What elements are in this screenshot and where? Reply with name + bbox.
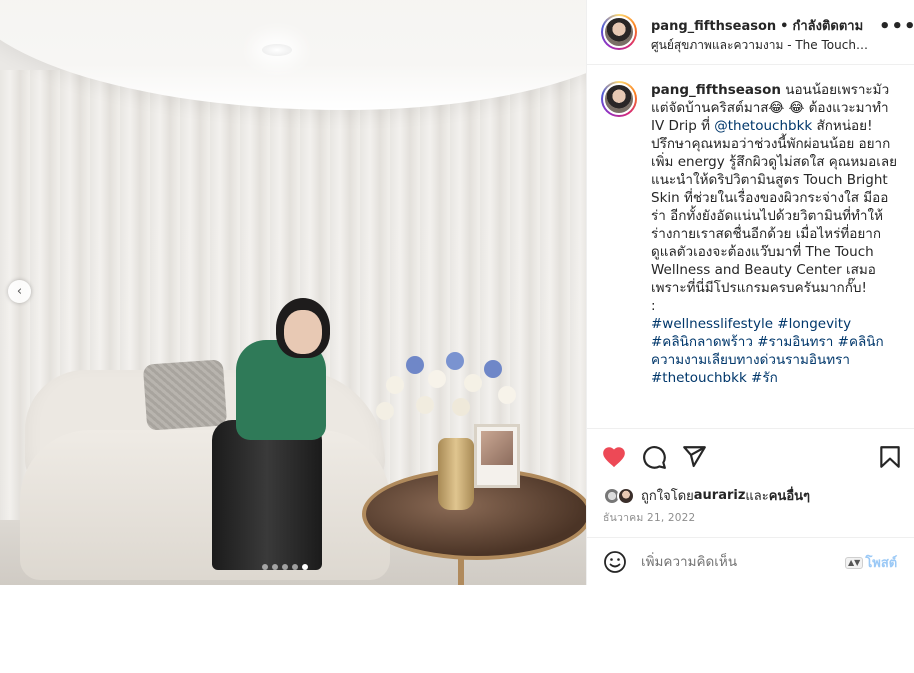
carousel-prev-button[interactable]: ‹ xyxy=(8,280,31,303)
carousel-dot xyxy=(292,564,298,570)
post-date[interactable]: ธันวาคม 21, 2022 xyxy=(603,509,695,526)
post-header: pang_fifthseason • กำลังติดตาม ศูนย์สุขภาพ… xyxy=(587,0,914,65)
likes-and: และ xyxy=(745,489,769,504)
carousel-dot xyxy=(262,564,268,570)
post-comment-button[interactable]: ▲▼ โพสต์ xyxy=(845,552,897,573)
gold-vase xyxy=(438,438,474,510)
caption-section: pang_fifthseason นอนน้อยเพราะมัวแต่จัดบ้… xyxy=(587,65,914,427)
hashtags[interactable]: #wellnesslifestyle #longevity #คลินิกลาด… xyxy=(651,316,884,386)
sofa-pillow xyxy=(142,359,228,431)
caption-username[interactable]: pang_fifthseason xyxy=(651,82,781,98)
liker-avatar xyxy=(617,486,635,505)
bookmark-icon[interactable] xyxy=(877,444,903,470)
carousel-dot xyxy=(282,564,288,570)
sofa-seat xyxy=(20,430,390,580)
mention-link[interactable]: @thetouchbkk xyxy=(714,118,812,134)
action-bar: ถูกใจโดย aurariz และ คนอื่นๆ ธันวาคม 21,… xyxy=(587,428,914,549)
caption-body-2: สักหน่อย! ปรึกษาคุณหมอว่าช่วงนี้พักผ่อนน… xyxy=(651,118,898,296)
person-legs xyxy=(212,420,322,570)
username-link[interactable]: pang_fifthseason xyxy=(651,19,776,34)
avatar[interactable] xyxy=(601,14,637,50)
comment-bar: ▲▼ โพสต์ xyxy=(587,537,914,586)
location-link[interactable]: ศูนย์สุขภาพและความงาม - The Touch Wellne… xyxy=(651,36,869,55)
following-button[interactable]: กำลังติดตาม xyxy=(792,19,863,34)
photo-frame xyxy=(474,424,520,488)
comment-icon[interactable] xyxy=(641,444,667,470)
comment-input[interactable] xyxy=(641,550,841,574)
person-face xyxy=(284,310,322,354)
caption-avatar[interactable] xyxy=(601,81,637,117)
post-side-panel: pang_fifthseason • กำลังติดตาม ศูนย์สุขภาพ… xyxy=(586,0,914,585)
likes-others-link[interactable]: คนอื่นๆ xyxy=(769,485,810,506)
likes-prefix: ถูกใจโดย xyxy=(641,489,694,504)
resize-arrows-icon: ▲▼ xyxy=(845,556,864,569)
emoji-icon[interactable] xyxy=(603,550,627,574)
caption-separator: : xyxy=(651,298,656,314)
carousel-dot-active xyxy=(302,564,308,570)
likes-summary: ถูกใจโดย aurariz และ คนอื่นๆ xyxy=(603,485,810,506)
liker-username-link[interactable]: aurariz xyxy=(694,488,746,503)
separator-dot: • xyxy=(780,19,789,34)
more-options-icon[interactable]: ••• xyxy=(879,16,914,37)
share-icon[interactable] xyxy=(681,444,707,470)
post-label: โพสต์ xyxy=(865,556,898,571)
chevron-left-icon: ‹ xyxy=(16,284,23,299)
carousel-indicator xyxy=(262,564,308,570)
ceiling-light xyxy=(262,44,292,56)
heart-icon[interactable] xyxy=(601,444,627,470)
carousel-dot xyxy=(272,564,278,570)
post-photo[interactable]: ‹ xyxy=(0,0,586,585)
caption-text: pang_fifthseason นอนน้อยเพราะมัวแต่จัดบ้… xyxy=(651,81,901,387)
